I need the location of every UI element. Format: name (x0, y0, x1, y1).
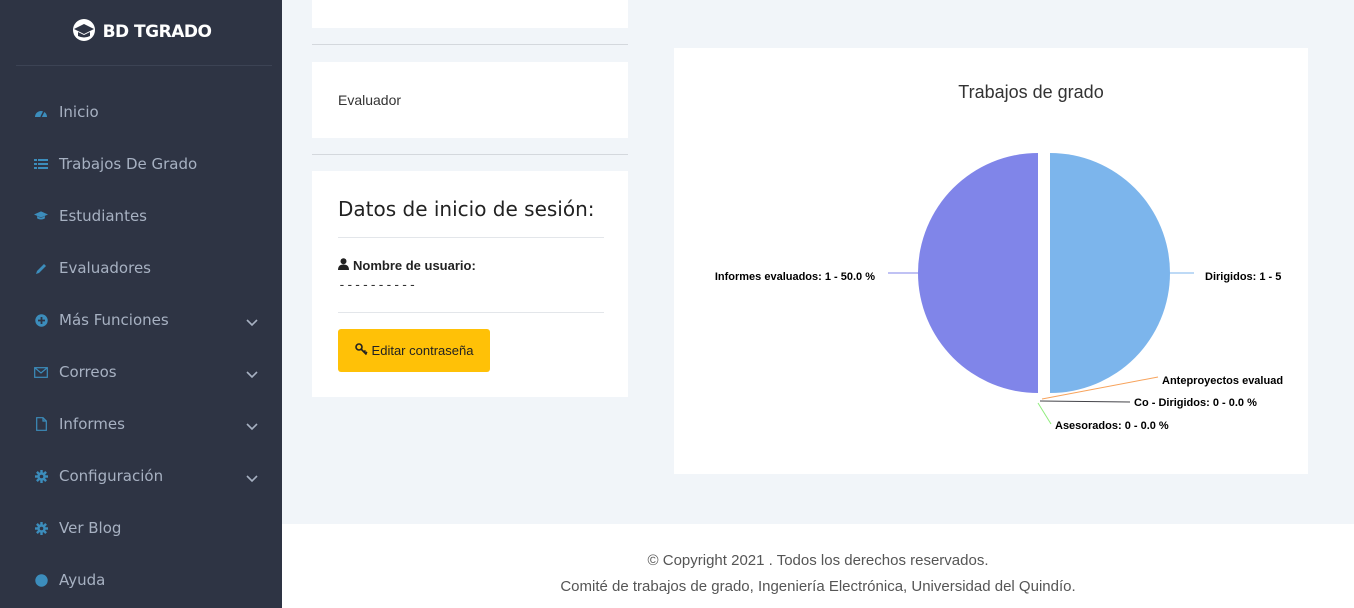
edit-password-label: Editar contraseña (371, 343, 474, 358)
divider (312, 154, 628, 155)
chevron-down-icon[interactable] (246, 313, 258, 331)
sidebar-item-configuracion[interactable]: Configuración (0, 456, 282, 496)
pie-data-label: Asesorados: 0 - 0.0 % (1055, 420, 1169, 432)
brand-logo[interactable]: BD TGRADO (0, 0, 282, 64)
graduation-cap-icon (34, 209, 48, 223)
chevron-down-icon[interactable] (246, 417, 258, 435)
plus-circle-icon (34, 313, 48, 327)
chart-title: Trabajos de grado (958, 82, 1103, 102)
sidebar-item-label: Evaluadores (59, 259, 151, 277)
edit-password-button[interactable]: Editar contraseña (338, 329, 490, 372)
sidebar-item-ver-blog[interactable]: Ver Blog (0, 508, 282, 548)
footer: © Copyright 2021 . Todos los derechos re… (282, 524, 1354, 608)
sidebar-item-label: Informes (59, 415, 125, 433)
username-label-text: Nombre de usuario: (353, 258, 476, 273)
sidebar-item-estudiantes[interactable]: Estudiantes (0, 196, 282, 236)
pie-connector-line (1037, 402, 1052, 425)
sidebar-item-label: Trabajos De Grado (59, 155, 198, 173)
pie-data-label: Anteproyectos evaluad (1162, 375, 1283, 387)
brand-name: BD TGRADO (102, 22, 212, 42)
list-icon (34, 157, 48, 171)
pie-chart: Trabajos de grado Dirigidos: 1 - 5 Antepr… (715, 82, 1283, 432)
footer-copyright: © Copyright 2021 . Todos los derechos re… (647, 552, 989, 569)
sidebar-item-ayuda[interactable]: Ayuda (0, 560, 282, 600)
pie-connector-line (1039, 400, 1131, 403)
dashboard-icon (34, 105, 48, 119)
sidebar: BD TGRADO Inicio Trabajos De Grado Estudia… (0, 0, 282, 608)
sidebar-item-label: Ayuda (59, 571, 106, 589)
sidebar-item-label: Más Funciones (59, 311, 169, 329)
gear-icon (34, 469, 48, 483)
username-label: Nombre de usuario: (338, 258, 476, 273)
pencil-icon (34, 261, 48, 275)
help-icon (34, 573, 48, 587)
sidebar-item-label: Estudiantes (59, 207, 147, 225)
footer-institution: Comité de trabajos de grado, Ingeniería … (560, 578, 1076, 595)
key-icon (354, 342, 368, 359)
brand-divider (16, 65, 272, 66)
sidebar-item-informes[interactable]: Informes (0, 404, 282, 444)
file-icon (34, 417, 48, 431)
divider (312, 44, 628, 45)
sidebar-item-mas-funciones[interactable]: Más Funciones (0, 300, 282, 340)
pie-data-label: Informes evaluados: 1 - 50.0 % (715, 271, 875, 283)
pie-data-label: Dirigidos: 1 - 5 (1205, 271, 1281, 283)
divider (338, 237, 604, 238)
chevron-down-icon[interactable] (246, 469, 258, 487)
pie-data-label: Co - Dirigidos: 0 - 0.0 % (1134, 397, 1257, 409)
role-label: Evaluador (338, 92, 402, 108)
sidebar-item-label: Correos (59, 363, 117, 381)
user-icon (338, 258, 349, 273)
pie-slice-informes-evaluados[interactable] (918, 153, 1038, 393)
sidebar-item-label: Inicio (59, 103, 99, 121)
top-card (312, 0, 628, 28)
divider (338, 312, 604, 313)
sidebar-item-label: Ver Blog (59, 519, 122, 537)
chart-card: Trabajos de grado Dirigidos: 1 - 5 Antepr… (674, 48, 1308, 474)
gear-icon (34, 521, 48, 535)
sidebar-item-trabajos-de-grado[interactable]: Trabajos De Grado (0, 144, 282, 184)
sidebar-item-label: Configuración (59, 467, 164, 485)
graduation-cap-icon (71, 18, 97, 47)
envelope-icon (34, 365, 48, 379)
chevron-down-icon[interactable] (246, 365, 258, 383)
sidebar-item-evaluadores[interactable]: Evaluadores (0, 248, 282, 288)
pie-slice-dirigidos[interactable] (1050, 153, 1170, 393)
sidebar-item-inicio[interactable]: Inicio (0, 92, 282, 132)
username-value: ---------- (338, 278, 417, 293)
login-title: Datos de inicio de sesión: (338, 197, 595, 221)
sidebar-item-correos[interactable]: Correos (0, 352, 282, 392)
